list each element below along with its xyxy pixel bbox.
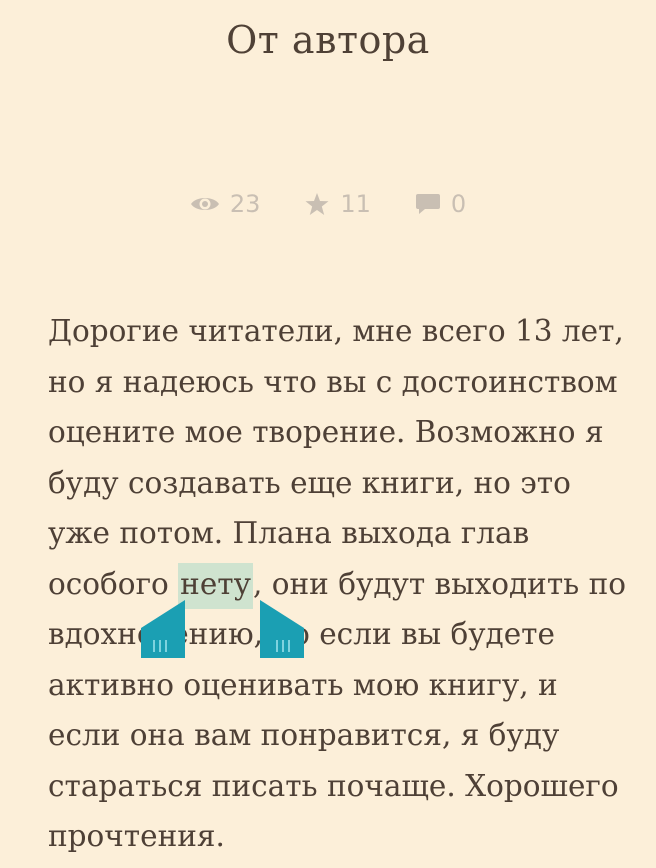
text-fragment: особого bbox=[48, 566, 179, 601]
text-fragment: , они будут выходить по bbox=[252, 566, 627, 601]
comments-count: 0 bbox=[450, 190, 467, 218]
text-line: прочтения. bbox=[48, 819, 225, 853]
chapter-text[interactable]: Дорогие читатели, мне всего 13 лет, но я… bbox=[48, 306, 656, 862]
stars-stat: 11 bbox=[304, 190, 371, 218]
text-line: активно оценивать мою книгу, и bbox=[48, 667, 558, 702]
comment-icon bbox=[415, 194, 440, 214]
text-line: оцените мое творение. Возможно я bbox=[48, 415, 604, 449]
text-line: буду создавать еще книги, но это bbox=[48, 465, 571, 500]
text-line: Дорогие читатели, мне всего 13 лет, bbox=[48, 314, 624, 348]
text-line-with-selection: особого нету, они будут выходить по bbox=[48, 559, 656, 610]
selection-start-handle[interactable] bbox=[141, 600, 185, 658]
eye-icon bbox=[190, 198, 219, 210]
page-title: От автора bbox=[226, 18, 430, 62]
text-line: стараться писать почаще. Хорошего bbox=[48, 768, 619, 803]
star-icon bbox=[305, 193, 329, 215]
text-line: но я надеюсь что вы с достоинством bbox=[48, 364, 618, 399]
stars-count: 11 bbox=[340, 190, 371, 218]
views-count: 23 bbox=[229, 190, 261, 218]
stats-bar: 23 11 0 bbox=[0, 190, 656, 218]
views-stat: 23 bbox=[190, 190, 261, 218]
comments-stat: 0 bbox=[415, 190, 466, 218]
text-line: если она вам понравится, я буду bbox=[48, 718, 560, 752]
selected-text[interactable]: нету bbox=[178, 562, 253, 609]
text-line: уже потом. Плана выхода глав bbox=[48, 516, 530, 550]
text-line: вдохновению, но если вы будете bbox=[48, 617, 555, 651]
selection-end-handle[interactable] bbox=[260, 600, 304, 658]
